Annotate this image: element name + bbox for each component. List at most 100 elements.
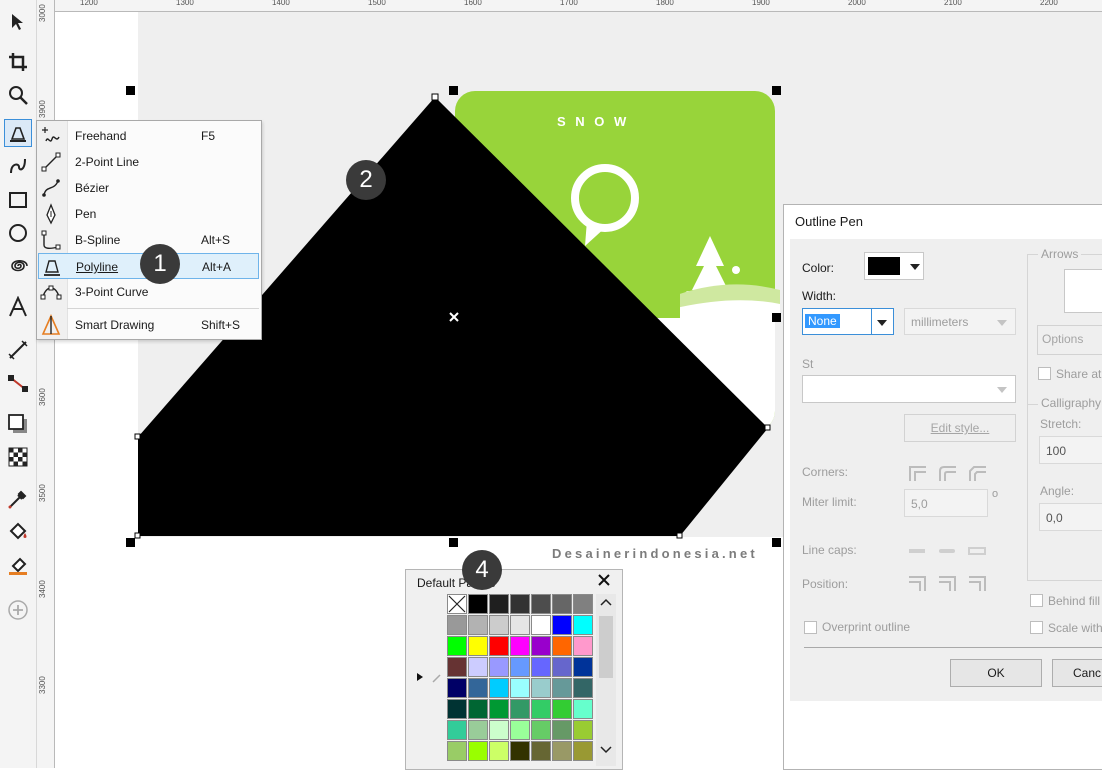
cancel-button[interactable]: Canc (1052, 659, 1102, 687)
color-swatch[interactable] (468, 678, 488, 698)
color-swatch[interactable] (489, 636, 509, 656)
cap-square-icon[interactable] (968, 543, 986, 559)
interactive-fill-tool[interactable] (4, 518, 32, 546)
style-select[interactable] (802, 375, 1016, 403)
color-swatch[interactable] (573, 657, 593, 677)
connector-tool[interactable] (4, 369, 32, 397)
cap-round-icon[interactable] (938, 543, 956, 559)
color-swatch[interactable] (531, 678, 551, 698)
color-swatch[interactable] (468, 657, 488, 677)
color-swatch[interactable] (531, 699, 551, 719)
behind-fill-checkbox[interactable] (1030, 594, 1043, 607)
corner-bevel-icon[interactable] (968, 465, 986, 481)
position-inside-icon[interactable] (968, 575, 986, 591)
color-swatch[interactable] (531, 615, 551, 635)
vertical-ruler[interactable]: 3000 3900 3800 3700 3600 3500 3400 3300 (36, 0, 55, 768)
color-swatch[interactable] (531, 657, 551, 677)
color-swatch[interactable] (510, 657, 530, 677)
angle-input[interactable]: 0,0 (1039, 503, 1102, 531)
arrow-preview-box[interactable] (1064, 269, 1102, 313)
color-swatch[interactable] (489, 615, 509, 635)
color-swatch[interactable] (510, 720, 530, 740)
stretch-input[interactable]: 100 (1039, 436, 1102, 464)
palette-flyout-arrow-icon[interactable] (416, 672, 424, 682)
color-swatch[interactable] (552, 699, 572, 719)
color-swatch[interactable] (510, 636, 530, 656)
color-swatch[interactable] (531, 720, 551, 740)
selection-handle[interactable] (449, 538, 458, 547)
color-swatch[interactable] (531, 636, 551, 656)
drop-shadow-tool[interactable] (4, 410, 32, 438)
add-tool-button[interactable] (4, 596, 32, 624)
smart-fill-tool[interactable] (4, 551, 32, 579)
scroll-up-icon[interactable] (600, 598, 612, 606)
flyout-item-2-point-line[interactable]: 2-Point Line (38, 149, 259, 175)
spiral-tool[interactable] (4, 252, 32, 280)
ok-button[interactable]: OK (950, 659, 1042, 687)
color-swatch[interactable] (573, 720, 593, 740)
color-swatch[interactable] (552, 615, 572, 635)
crop-tool[interactable] (4, 48, 32, 76)
color-swatch[interactable] (510, 594, 530, 614)
color-swatch[interactable] (468, 636, 488, 656)
pick-tool[interactable] (4, 8, 32, 36)
color-swatch[interactable] (552, 636, 572, 656)
color-swatch[interactable] (573, 741, 593, 761)
color-swatch[interactable] (468, 615, 488, 635)
position-outside-icon[interactable] (908, 575, 926, 591)
color-swatch[interactable] (573, 636, 593, 656)
color-swatch[interactable] (447, 720, 467, 740)
color-swatch[interactable] (573, 594, 593, 614)
selection-handle[interactable] (126, 86, 135, 95)
color-swatch[interactable] (510, 615, 530, 635)
units-select[interactable]: millimeters (904, 308, 1016, 335)
zoom-tool[interactable] (4, 81, 32, 109)
rectangle-tool[interactable] (4, 186, 32, 214)
color-swatch[interactable] (489, 594, 509, 614)
dimension-tool[interactable] (4, 336, 32, 364)
eyedropper-tool[interactable] (4, 485, 32, 513)
color-swatch[interactable] (489, 678, 509, 698)
color-swatch[interactable] (552, 678, 572, 698)
share-attributes-checkbox[interactable] (1038, 367, 1051, 380)
eyedropper-small-icon[interactable] (431, 672, 443, 684)
close-icon[interactable] (597, 573, 611, 587)
horizontal-ruler[interactable]: 1200 1300 1400 1500 1600 1700 1800 1900 … (0, 0, 1102, 12)
width-select[interactable]: None (802, 308, 894, 335)
color-swatch[interactable] (531, 741, 551, 761)
color-picker[interactable] (864, 252, 924, 280)
color-swatch[interactable] (447, 699, 467, 719)
palette-scrollbar[interactable] (596, 594, 616, 766)
color-swatch[interactable] (468, 720, 488, 740)
overprint-checkbox[interactable] (804, 621, 817, 634)
selection-handle[interactable] (126, 538, 135, 547)
color-swatch[interactable] (447, 615, 467, 635)
cap-butt-icon[interactable] (908, 543, 926, 559)
color-swatch[interactable] (552, 720, 572, 740)
ellipse-tool[interactable] (4, 219, 32, 247)
options-button[interactable]: Options (1037, 325, 1102, 355)
color-swatch[interactable] (489, 741, 509, 761)
color-swatch[interactable] (573, 699, 593, 719)
transparency-tool[interactable] (4, 443, 32, 471)
scroll-down-icon[interactable] (600, 746, 612, 754)
scale-with-checkbox[interactable] (1030, 621, 1043, 634)
corner-miter-icon[interactable] (908, 465, 926, 481)
scroll-thumb[interactable] (599, 616, 613, 678)
color-swatch[interactable] (447, 678, 467, 698)
flyout-item-pen[interactable]: Pen (38, 201, 259, 227)
color-swatch[interactable] (489, 720, 509, 740)
color-swatch[interactable] (531, 594, 551, 614)
color-swatch[interactable] (447, 636, 467, 656)
flyout-item-smart-drawing[interactable]: Smart Drawing Shift+S (38, 312, 259, 338)
artistic-media-tool[interactable] (4, 152, 32, 180)
color-swatch[interactable] (489, 657, 509, 677)
position-center-icon[interactable] (938, 575, 956, 591)
flyout-item-freehand[interactable]: Freehand F5 (38, 123, 259, 149)
selection-handle[interactable] (772, 86, 781, 95)
color-swatch[interactable] (510, 678, 530, 698)
flyout-item-bezier[interactable]: Bézier (38, 175, 259, 201)
edit-style-button[interactable]: Edit style... (904, 414, 1016, 442)
color-swatch[interactable] (552, 594, 572, 614)
corner-round-icon[interactable] (938, 465, 956, 481)
